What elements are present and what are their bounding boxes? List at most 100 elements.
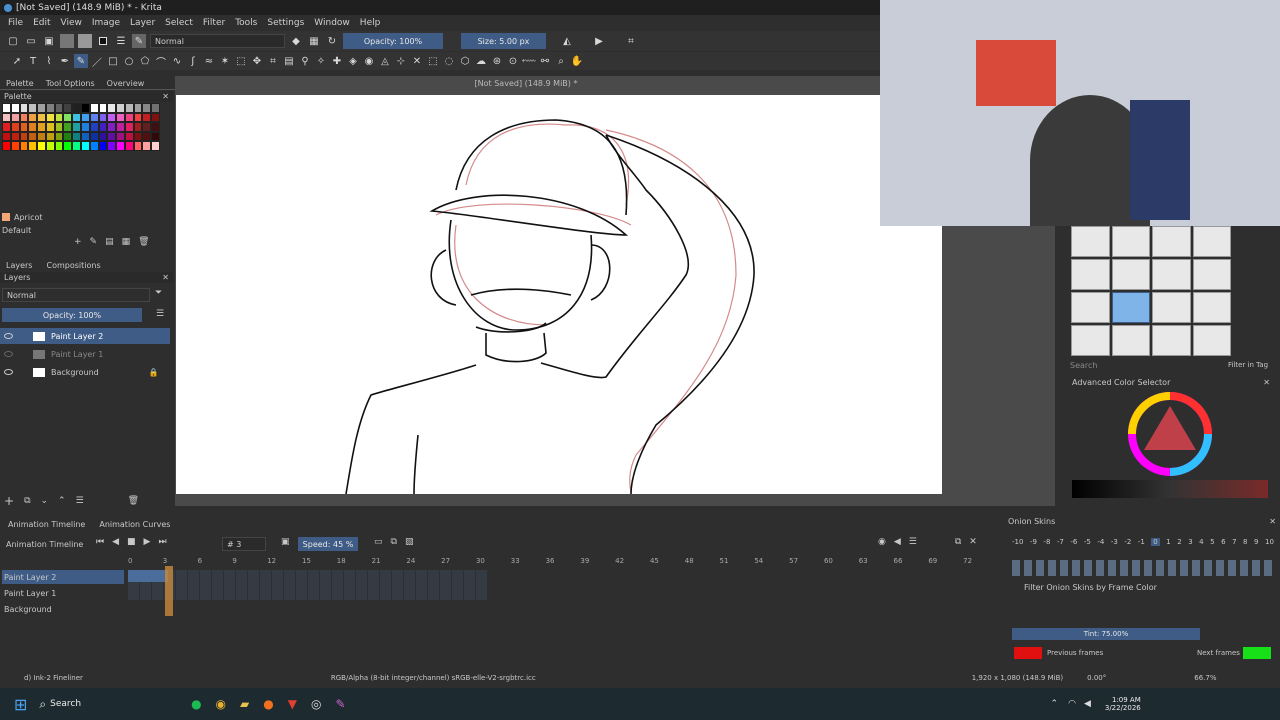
onion-frame-number[interactable]: -3	[1111, 538, 1118, 546]
onion-frame-number[interactable]: 1	[1166, 538, 1170, 546]
volume-icon[interactable]: ◀	[894, 537, 901, 547]
brush-presets-grid[interactable]	[1071, 226, 1231, 356]
play-icon[interactable]: ▶	[144, 537, 151, 547]
opacity-slider[interactable]: Opacity: 100%	[343, 33, 443, 49]
palette-swatch[interactable]	[10, 112, 20, 123]
timeline-layer[interactable]: Background	[4, 601, 52, 617]
rectangular-selection-icon[interactable]: ⬚	[426, 54, 440, 68]
filter-icon[interactable]: ⏷	[155, 288, 162, 298]
palette-swatch[interactable]	[151, 122, 160, 132]
palette-swatch[interactable]	[2, 141, 11, 151]
onion-frame-number[interactable]: 8	[1243, 538, 1247, 546]
search-icon[interactable]: ⌕	[39, 697, 46, 712]
canvas-paper[interactable]	[176, 95, 942, 495]
settings-icon[interactable]: ▧	[405, 537, 414, 547]
palette-swatch[interactable]	[98, 103, 108, 113]
visibility-icon[interactable]	[4, 333, 13, 339]
palette-swatch[interactable]	[98, 112, 108, 123]
brush-preset[interactable]	[1192, 226, 1231, 257]
playhead[interactable]	[165, 566, 173, 616]
palette-swatch[interactable]	[151, 141, 160, 151]
polyline-tool-icon[interactable]: ⌒	[154, 54, 168, 69]
reference-images-icon[interactable]: ✕	[410, 54, 424, 68]
palette-swatch[interactable]	[37, 112, 46, 123]
palette-swatch[interactable]	[2, 112, 11, 123]
palette-swatch[interactable]	[142, 141, 152, 151]
new-document-icon[interactable]: ▢	[6, 34, 20, 48]
colorize-mask-icon[interactable]: ✧	[314, 54, 328, 68]
layer-properties-icon[interactable]: ☰	[76, 496, 84, 506]
brush-preset[interactable]	[1152, 325, 1191, 356]
palette-swatch[interactable]	[72, 122, 81, 132]
delete-layer-icon[interactable]: 🗑	[128, 496, 139, 506]
move-up-icon[interactable]: ⌃	[58, 496, 66, 506]
reload-icon[interactable]: ↻	[325, 34, 339, 48]
close-icon[interactable]: ✕	[969, 537, 977, 547]
fg-bg-color-icon[interactable]	[96, 34, 110, 48]
palette-swatch[interactable]	[133, 131, 143, 142]
palette-swatch[interactable]	[63, 122, 73, 132]
prev-frame-icon[interactable]: ◀	[112, 537, 119, 547]
palette-swatch[interactable]	[151, 112, 160, 123]
palette-swatch[interactable]	[151, 131, 160, 142]
brush-preset[interactable]	[1111, 226, 1150, 257]
palette-swatch[interactable]	[2, 103, 11, 113]
frame-cells[interactable]	[128, 570, 168, 582]
palette-swatch[interactable]	[72, 141, 81, 151]
close-icon[interactable]: ✕	[1263, 378, 1270, 387]
menu-select[interactable]: Select	[165, 18, 193, 28]
magnetic-selection-icon[interactable]: ⚯	[538, 54, 552, 68]
palette-swatch[interactable]	[37, 131, 46, 142]
palette-swatch[interactable]	[54, 131, 64, 142]
close-icon[interactable]: ✕	[162, 273, 169, 282]
brush-preset[interactable]	[1071, 292, 1110, 323]
wrap-icon[interactable]: ⌗	[624, 34, 638, 48]
gradient-icon[interactable]	[78, 34, 92, 48]
layer-opacity-slider[interactable]: Opacity: 100%	[2, 308, 142, 322]
onion-frame-number[interactable]: 5	[1210, 538, 1214, 546]
palette-swatch[interactable]	[45, 141, 55, 151]
palette-swatch[interactable]	[37, 141, 46, 151]
palette-swatch[interactable]	[72, 103, 81, 113]
palette-swatch[interactable]	[19, 112, 29, 123]
spotify-icon[interactable]: ●	[191, 697, 201, 711]
tint-slider[interactable]: Tint: 75.00%	[1012, 628, 1200, 640]
palette-swatch[interactable]	[116, 112, 125, 123]
grid-icon[interactable]: ▦	[122, 237, 131, 247]
timeline-frames[interactable]	[128, 570, 488, 600]
lock-icon[interactable]: 🔒	[149, 368, 159, 377]
palette-swatch[interactable]	[37, 122, 46, 132]
enclose-fill-icon[interactable]: ◉	[362, 54, 376, 68]
brush-preset[interactable]	[1152, 292, 1191, 323]
palette-swatch[interactable]	[133, 141, 143, 151]
palette-swatch[interactable]	[80, 131, 90, 142]
firefox-icon[interactable]: ●	[263, 697, 273, 711]
tab-palette[interactable]: Palette	[6, 79, 34, 88]
onion-frame-number[interactable]: -8	[1043, 538, 1050, 546]
ellipse-tool-icon[interactable]: ○	[122, 54, 136, 68]
onion-frame-number[interactable]: 0	[1151, 538, 1160, 546]
palette-swatch[interactable]	[10, 131, 20, 142]
palette-swatch[interactable]	[107, 103, 117, 113]
palette-swatch[interactable]	[72, 112, 81, 123]
palette-swatch[interactable]	[10, 141, 20, 151]
onion-frame-number[interactable]: -7	[1057, 538, 1064, 546]
frame-rate-icon[interactable]: ▭	[374, 537, 383, 547]
float-icon[interactable]: ⧉	[955, 537, 961, 547]
palette-swatch[interactable]	[89, 141, 99, 151]
windows-start-icon[interactable]: ⊞	[14, 695, 27, 714]
palette-swatch[interactable]	[19, 122, 29, 132]
contiguous-selection-icon[interactable]: ⊛	[490, 54, 504, 68]
similar-selection-icon[interactable]: ⊙	[506, 54, 520, 68]
menu-view[interactable]: View	[61, 18, 82, 28]
tab-layers[interactable]: Layers	[6, 261, 32, 270]
palette-swatch[interactable]	[89, 131, 99, 142]
brush-settings-icon[interactable]: ☰	[114, 34, 128, 48]
palette-swatch[interactable]	[124, 131, 134, 142]
elliptical-selection-icon[interactable]: ◌	[442, 54, 456, 68]
brush-preset[interactable]	[1111, 325, 1150, 356]
palette-swatch[interactable]	[133, 103, 143, 113]
tray-chevron-icon[interactable]: ⌃	[1051, 699, 1059, 709]
palette-swatch[interactable]	[116, 141, 125, 151]
layer-row[interactable]: Paint Layer 2	[4, 328, 103, 344]
